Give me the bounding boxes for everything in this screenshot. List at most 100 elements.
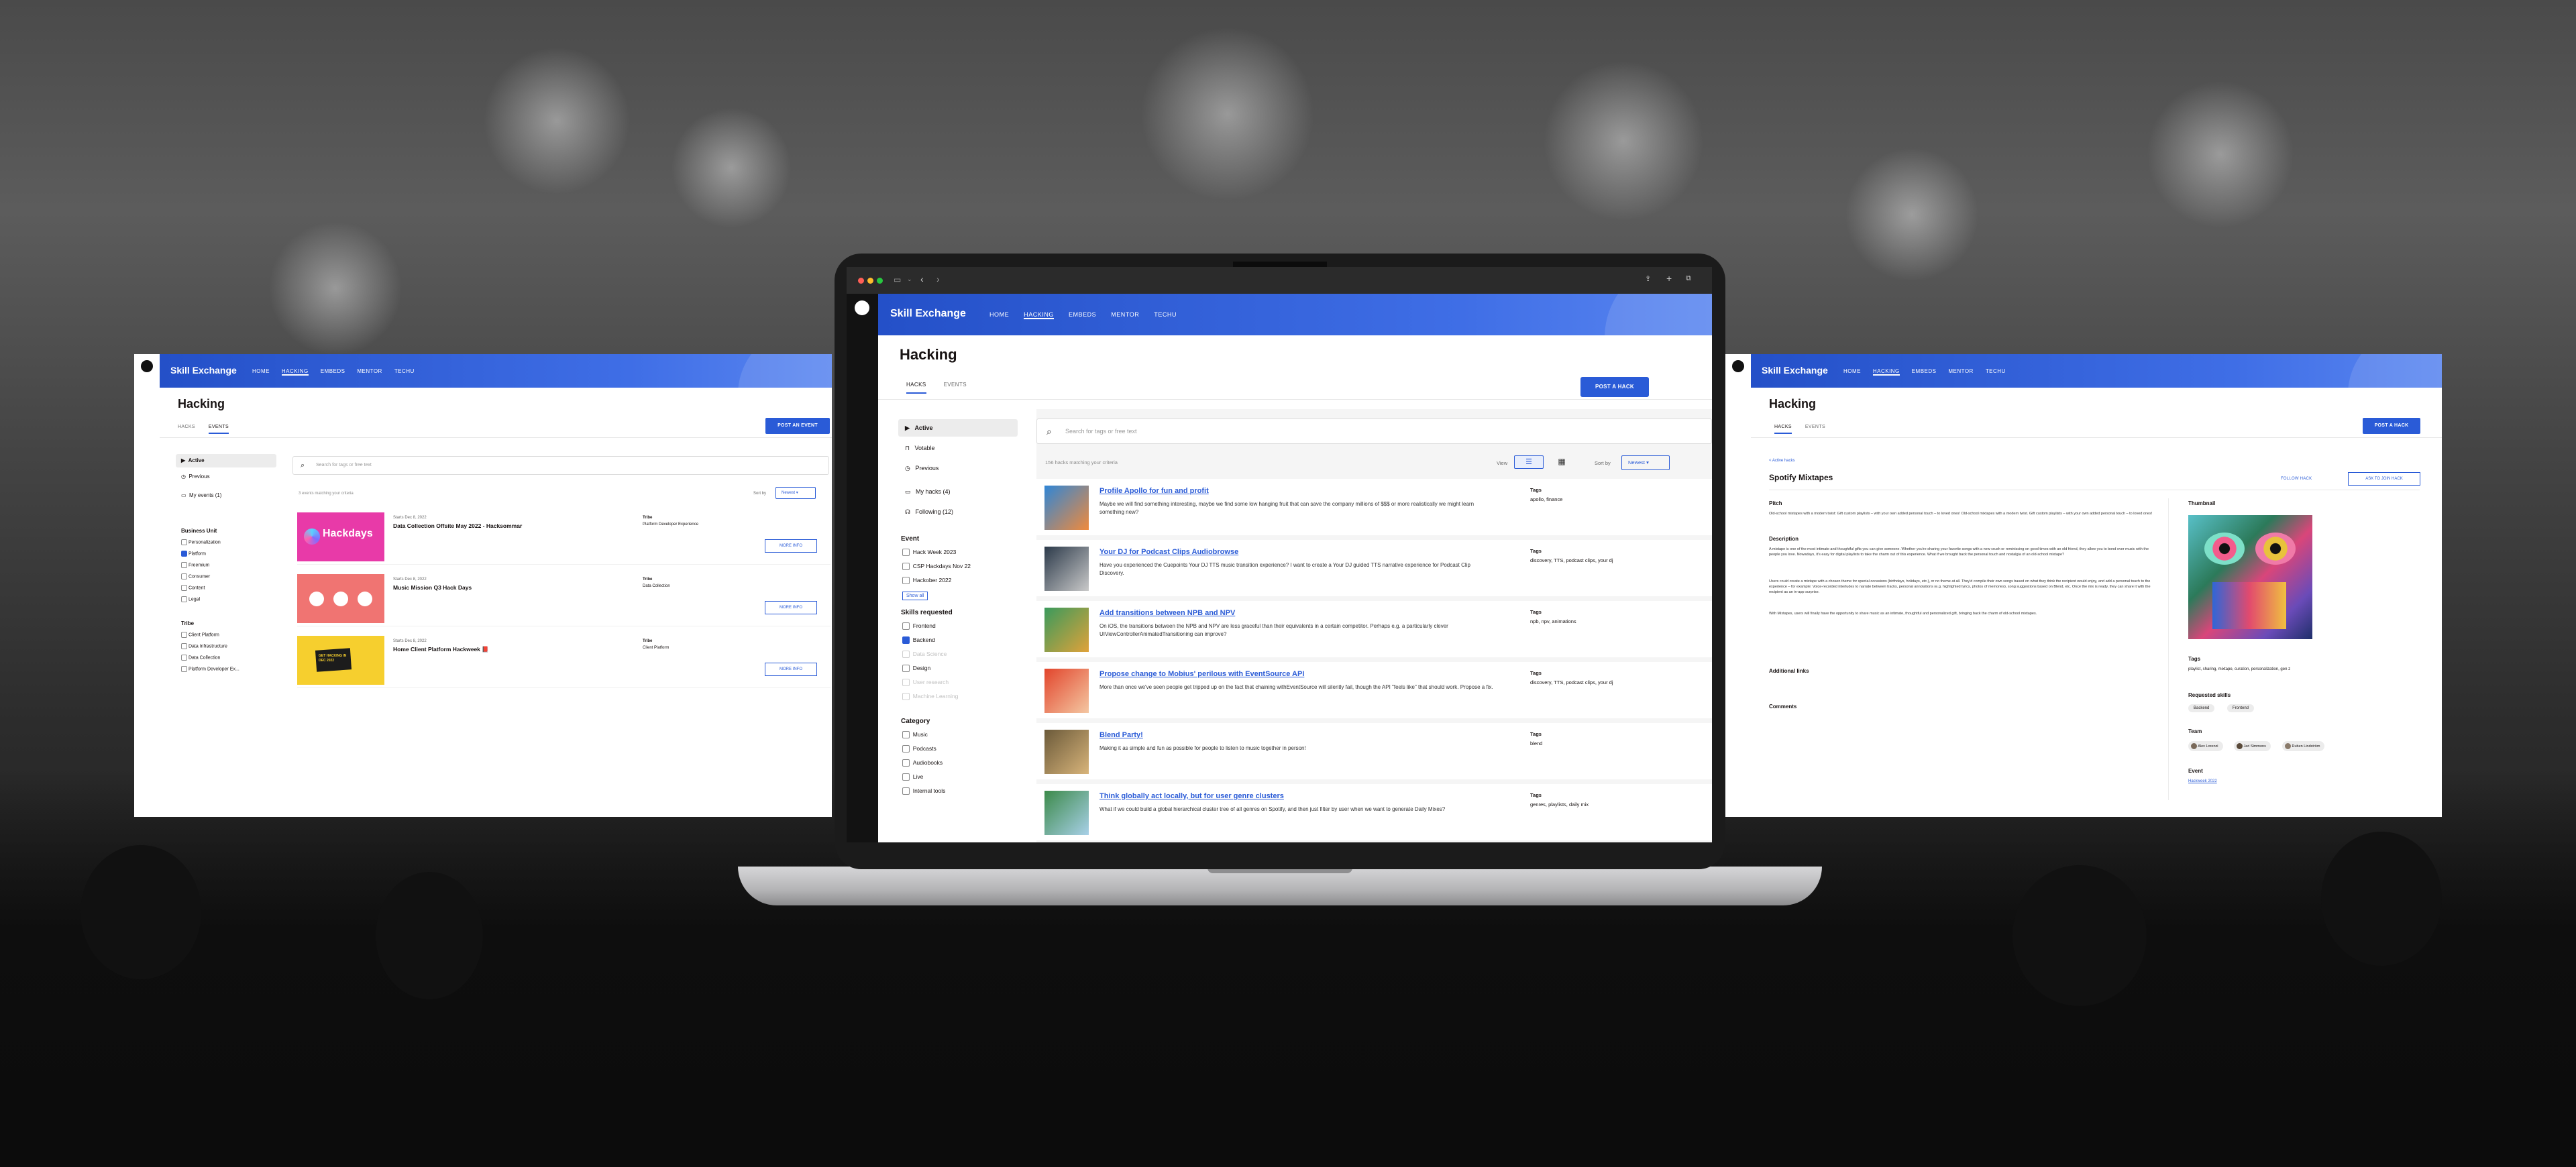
checkbox-box[interactable] [902,693,910,701]
checkbox-data-collection[interactable]: Data Collection [181,655,220,661]
checkbox-box[interactable] [181,551,187,557]
checkbox-consumer[interactable]: Consumer [181,573,210,579]
search-input[interactable]: ⌕ Search for tags or free text [1036,419,1712,444]
checkbox-box[interactable] [902,577,910,585]
tab-hacks[interactable]: HACKS [1774,425,1792,434]
hack-card[interactable]: Propose change to Mobius' perilous with … [1036,662,1712,718]
team-member[interactable]: Ruben Lindström [2282,741,2325,751]
checkbox-box[interactable] [902,745,910,753]
tab-overview-icon[interactable]: ⧉ [1686,274,1691,283]
share-icon[interactable]: ⇪ [1645,274,1651,283]
tab-events[interactable]: EVENTS [208,425,229,434]
sort-select[interactable]: Newest ▾ [775,487,816,499]
brand-logo[interactable]: Skill Exchange [170,365,237,376]
checkbox-machine-learning[interactable]: Machine Learning [902,693,958,701]
checkbox-content[interactable]: Content [181,585,205,591]
more-info-button[interactable]: MORE INFO [765,539,817,553]
hack-card[interactable]: Profile Apollo for fun and profit Maybe w… [1036,479,1712,535]
tab-hacks[interactable]: HACKS [906,382,926,394]
checkbox-box[interactable] [181,573,187,579]
tab-hacks[interactable]: HACKS [178,425,195,434]
hack-title-link[interactable]: Propose change to Mobius' perilous with … [1099,670,1304,678]
checkbox-freemium[interactable]: Freemium [181,562,209,568]
checkbox-box[interactable] [181,666,187,672]
filter-my-events[interactable]: ▭ My events (1) [176,489,276,502]
checkbox-box[interactable] [902,787,910,795]
checkbox-box[interactable] [902,679,910,687]
zoom-window-icon[interactable] [877,278,883,284]
checkbox-hackober-2022[interactable]: Hackober 2022 [902,577,951,585]
checkbox-box[interactable] [902,563,910,571]
filter-votable[interactable]: ⊓ Votable [898,439,1018,457]
tab-events[interactable]: EVENTS [944,382,967,394]
checkbox-podcasts[interactable]: Podcasts [902,745,936,753]
nav-embeds[interactable]: EMBEDS [1069,311,1096,319]
checkbox-box[interactable] [181,585,187,591]
checkbox-box[interactable] [181,632,187,638]
nav-home[interactable]: HOME [252,368,270,376]
ask-to-join-button[interactable]: ASK TO JOIN HACK [2348,472,2420,486]
filter-active[interactable]: ▶ Active [176,454,276,467]
nav-mentor[interactable]: MENTOR [1111,311,1139,319]
checkbox-box[interactable] [902,759,910,767]
hack-card[interactable]: Your DJ for Podcast Clips Audiobrowse Hav… [1036,540,1712,596]
hack-title-link[interactable]: Think globally act locally, but for user… [1099,792,1284,800]
nav-home[interactable]: HOME [989,311,1009,319]
checkbox-frontend[interactable]: Frontend [902,622,936,630]
nav-techu[interactable]: TECHU [1154,311,1177,319]
hack-card[interactable]: Think globally act locally, but for user… [1036,784,1712,840]
event-title[interactable]: Music Mission Q3 Hack Days [393,584,472,591]
event-title[interactable]: Home Client Platform Hackweek 📕 [393,646,489,653]
checkbox-box[interactable] [181,539,187,545]
more-info-button[interactable]: MORE INFO [765,601,817,614]
checkbox-internal-tools[interactable]: Internal tools [902,787,945,795]
hack-card[interactable]: Blend Party! Making it as simple and fun … [1036,723,1712,779]
hack-title-link[interactable]: Your DJ for Podcast Clips Audiobrowse [1099,548,1238,556]
close-window-icon[interactable] [858,278,864,284]
nav-hacking[interactable]: HACKING [1024,311,1054,319]
back-icon[interactable]: ‹ [920,274,924,284]
checkbox-box[interactable] [902,636,910,645]
nav-mentor[interactable]: MENTOR [1948,368,1973,376]
list-view-button[interactable]: ☰ [1514,455,1544,469]
nav-hacking[interactable]: HACKING [281,368,309,376]
checkbox-box[interactable] [902,731,910,739]
checkbox-live[interactable]: Live [902,773,923,781]
checkbox-box[interactable] [181,596,187,602]
checkbox-user-research[interactable]: User research [902,679,949,687]
more-info-button[interactable]: MORE INFO [765,663,817,676]
checkbox-box[interactable] [181,562,187,568]
event-link[interactable]: Hackweek 2022 [2188,779,2217,783]
search-input[interactable]: ⌕ Search for tags or free text [292,456,829,475]
filter-active[interactable]: ▶ Active [898,419,1018,437]
minimize-window-icon[interactable] [867,278,873,284]
post-hack-button[interactable]: POST A HACK [1580,377,1649,397]
checkbox-data-science[interactable]: Data Science [902,651,947,659]
nav-embeds[interactable]: EMBEDS [1912,368,1937,376]
filter-previous[interactable]: ◷ Previous [898,459,1018,477]
checkbox-design[interactable]: Design [902,665,930,673]
checkbox-hack-week-2023[interactable]: Hack Week 2023 [902,549,956,557]
checkbox-box[interactable] [181,655,187,661]
follow-hack-button[interactable]: FOLLOW HACK [2281,477,2312,481]
checkbox-platform-dev[interactable]: Platform Developer Ex... [181,666,239,672]
chevron-down-icon[interactable]: ⌄ [907,276,912,283]
hack-card[interactable]: Add transitions between NPB and NPV On iO… [1036,601,1712,657]
sort-select[interactable]: Newest ▾ [1621,455,1670,470]
checkbox-box[interactable] [181,643,187,649]
checkbox-platform[interactable]: Platform [181,551,206,557]
checkbox-box[interactable] [902,549,910,557]
filter-previous[interactable]: ◷ Previous [176,470,276,484]
hack-title-link[interactable]: Blend Party! [1099,731,1143,739]
checkbox-legal[interactable]: Legal [181,596,200,602]
checkbox-audiobooks[interactable]: Audiobooks [902,759,943,767]
post-event-button[interactable]: POST AN EVENT [765,418,830,434]
brand-logo[interactable]: Skill Exchange [890,308,966,320]
sidebar-toggle-icon[interactable]: ▭ [894,275,901,284]
hack-title-link[interactable]: Add transitions between NPB and NPV [1099,609,1235,617]
nav-techu[interactable]: TECHU [394,368,415,376]
hack-title-link[interactable]: Profile Apollo for fun and profit [1099,487,1209,495]
nav-mentor[interactable]: MENTOR [357,368,382,376]
nav-embeds[interactable]: EMBEDS [321,368,345,376]
team-member[interactable]: Jari Simmons [2234,741,2271,751]
